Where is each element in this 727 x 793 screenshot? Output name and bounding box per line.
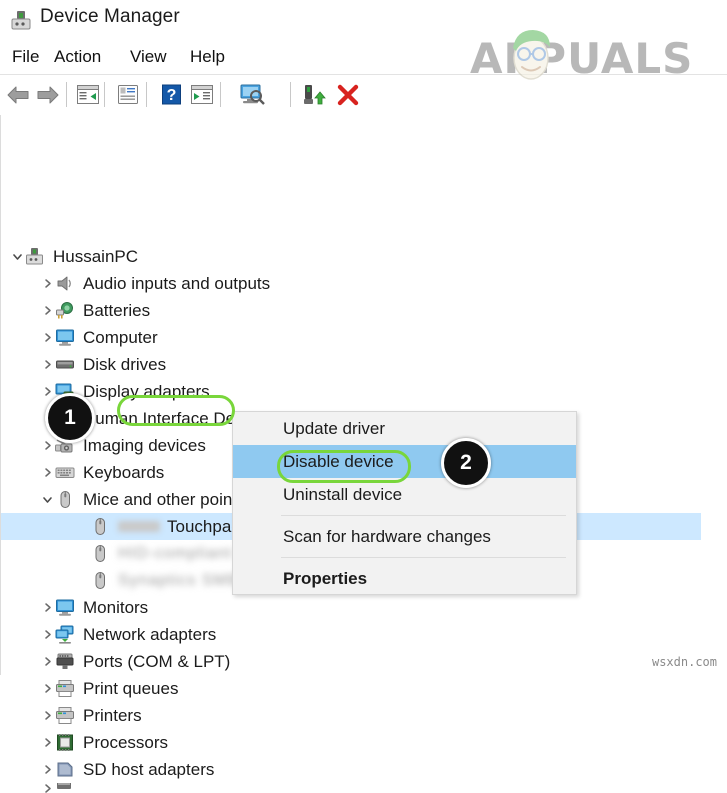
chevron-right-icon[interactable]: [41, 601, 54, 614]
sd-host-adapter-icon: [54, 760, 76, 780]
context-menu-item-update-driver[interactable]: Update driver: [233, 412, 576, 445]
context-menu-item-uninstall-device[interactable]: Uninstall device: [233, 478, 576, 511]
chevron-right-icon[interactable]: [41, 466, 54, 479]
tree-row-display-adapters[interactable]: Display adapters: [1, 378, 701, 405]
tree-row-printers[interactable]: Printers: [1, 702, 701, 729]
context-menu-item-disable-device[interactable]: Disable device: [233, 445, 576, 478]
chevron-right-icon[interactable]: [41, 682, 54, 695]
computer-device-icon: [24, 247, 46, 267]
speaker-icon: [54, 274, 76, 294]
printer-icon: [54, 706, 76, 726]
chevron-down-icon[interactable]: [11, 250, 24, 263]
chevron-right-icon[interactable]: [41, 304, 54, 317]
mouse-icon: [89, 571, 111, 591]
context-menu-item-scan-hardware-changes[interactable]: Scan for hardware changes: [233, 520, 576, 553]
forward-arrow-icon[interactable]: [32, 79, 64, 110]
redacted-device-prefix: [118, 521, 160, 532]
printer-icon: [54, 679, 76, 699]
tree-row-batteries[interactable]: Batteries: [1, 297, 701, 324]
generic-device-icon: [54, 783, 76, 793]
tree-label-root: HussainPC: [53, 246, 139, 266]
mouse-icon: [89, 517, 111, 537]
tree-label-sd-host-adapters: SD host adapters: [83, 759, 215, 779]
back-arrow-icon[interactable]: [2, 79, 34, 110]
tree-label-disk-drives: Disk drives: [83, 354, 167, 374]
disk-drive-icon: [54, 355, 76, 375]
appuals-watermark: APPUALS: [470, 24, 702, 83]
tree-row-processors[interactable]: Processors: [1, 729, 701, 756]
tree-row-print-queues[interactable]: Print queues: [1, 675, 701, 702]
network-adapter-icon: [54, 625, 76, 645]
menu-action[interactable]: Action: [48, 45, 107, 69]
device-manager-window: Device Manager File Action View Help ? H…: [0, 0, 727, 793]
tree-row-ports[interactable]: Ports (COM & LPT): [1, 648, 701, 675]
processor-icon: [54, 733, 76, 753]
context-menu-separator-2: [281, 557, 566, 558]
tree-label-audio: Audio inputs and outputs: [83, 273, 271, 293]
tree-row-monitors[interactable]: Monitors: [1, 594, 701, 621]
battery-icon: [54, 301, 76, 321]
chevron-right-icon[interactable]: [41, 331, 54, 344]
tree-label-printers: Printers: [83, 705, 142, 725]
chevron-right-icon[interactable]: [41, 783, 54, 793]
chevron-down-icon[interactable]: [41, 493, 54, 506]
chevron-right-icon[interactable]: [41, 655, 54, 668]
tree-label-ports: Ports (COM & LPT): [83, 651, 231, 671]
chevron-right-icon[interactable]: [41, 277, 54, 290]
monitor-icon: [54, 328, 76, 348]
svg-text:?: ?: [166, 87, 176, 104]
chevron-right-icon[interactable]: [41, 628, 54, 641]
chevron-right-icon[interactable]: [41, 358, 54, 371]
menu-help[interactable]: Help: [184, 45, 231, 69]
device-plug-icon: [10, 9, 32, 31]
tree-label-keyboards: Keyboards: [83, 462, 165, 482]
tree-row-disk-drives[interactable]: Disk drives: [1, 351, 701, 378]
source-watermark: wsxdn.com: [651, 655, 717, 669]
port-icon: [54, 652, 76, 672]
context-menu: Update driver Disable device Uninstall d…: [232, 411, 577, 595]
scan-hardware-changes-icon[interactable]: [236, 79, 268, 110]
mouse-icon: [54, 490, 76, 510]
tree-row-partial[interactable]: [1, 783, 701, 793]
menu-file[interactable]: File: [6, 45, 45, 69]
tree-label-imaging-devices: Imaging devices: [83, 435, 206, 455]
context-menu-separator-1: [281, 515, 566, 516]
properties-icon[interactable]: [112, 79, 144, 110]
tree-row-sd-host-adapters[interactable]: SD host adapters: [1, 756, 701, 783]
help-icon[interactable]: ?: [155, 79, 187, 110]
tree-row-root[interactable]: HussainPC: [1, 243, 701, 270]
context-menu-item-properties[interactable]: Properties: [233, 562, 576, 595]
window-title: Device Manager: [40, 6, 180, 27]
tree-row-computer[interactable]: Computer: [1, 324, 701, 351]
step-badge-2: 2: [441, 438, 491, 488]
tree-row-network-adapters[interactable]: Network adapters: [1, 621, 701, 648]
enable-device-icon[interactable]: [298, 79, 330, 110]
keyboard-icon: [54, 463, 76, 483]
mouse-icon: [89, 544, 111, 564]
tree-label-network-adapters: Network adapters: [83, 624, 217, 644]
tree-label-print-queues: Print queues: [83, 678, 179, 698]
tree-label-monitors: Monitors: [83, 597, 149, 617]
monitor-icon: [54, 598, 76, 618]
chevron-right-icon[interactable]: [41, 736, 54, 749]
show-hide-console-tree-icon[interactable]: [72, 79, 104, 110]
tree-label-touchpad: Touchpad: [167, 516, 241, 536]
step-badge-1: 1: [45, 393, 95, 443]
menu-view[interactable]: View: [124, 45, 173, 69]
uninstall-device-icon[interactable]: [332, 79, 364, 110]
tree-label-computer: Computer: [83, 327, 158, 347]
tree-label-processors: Processors: [83, 732, 169, 752]
update-driver-icon[interactable]: [186, 79, 218, 110]
chevron-right-icon[interactable]: [41, 709, 54, 722]
tree-row-audio[interactable]: Audio inputs and outputs: [1, 270, 701, 297]
chevron-right-icon[interactable]: [41, 763, 54, 776]
tree-label-display-adapters: Display adapters: [83, 381, 210, 401]
tree-label-batteries: Batteries: [83, 300, 151, 320]
chevron-right-icon[interactable]: [41, 385, 54, 398]
chevron-right-icon[interactable]: [41, 439, 54, 452]
